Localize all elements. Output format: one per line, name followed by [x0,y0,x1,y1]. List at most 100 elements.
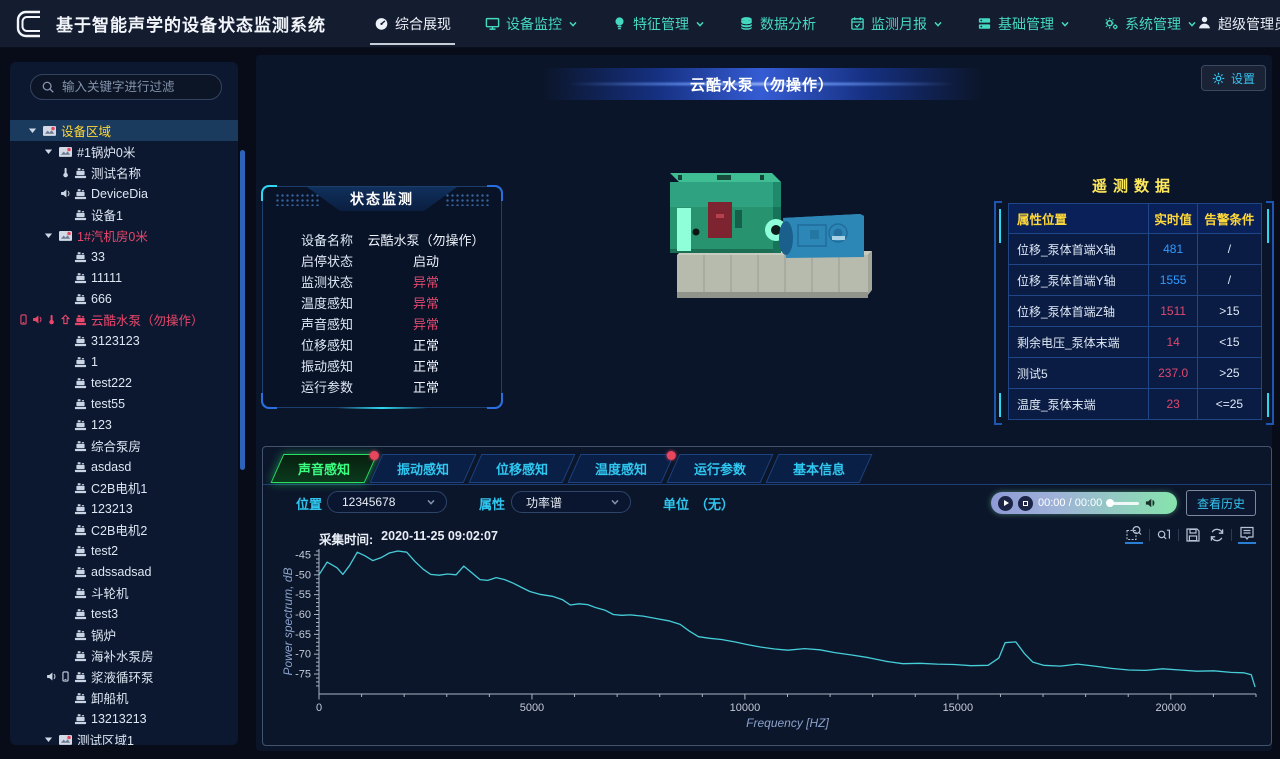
view-history-button[interactable]: 查看历史 [1186,490,1256,516]
stop-button[interactable] [1018,496,1033,511]
telemetry-condition: >25 [1197,358,1261,389]
sidebar-scrollbar[interactable] [240,150,245,470]
telemetry-condition: <15 [1197,327,1261,358]
tree-item-测试区域1[interactable]: 测试区域1 [10,729,238,745]
tree-item-11111[interactable]: 11111 [10,267,238,288]
nav-item-数据分析[interactable]: 数据分析 [739,0,816,48]
tab-label: 温度感知 [595,459,647,478]
tab-位移感知[interactable]: 位移感知 [469,454,576,483]
telemetry-condition: >15 [1197,296,1261,327]
tab-温度感知[interactable]: 温度感知 [568,454,675,483]
tree-item-label: 3123123 [91,334,140,348]
alarm-badge [370,451,379,460]
svg-text:-50: -50 [295,569,311,581]
tree-item-123213[interactable]: 123213 [10,498,238,519]
svg-text:Frequency [HZ]: Frequency [HZ] [746,716,829,730]
status-value: 云酷水泵（勿操作） [353,230,499,249]
telemetry-header-row: 属性位置实时值告警条件 [1009,204,1262,234]
zoom-reset-icon[interactable] [1154,527,1174,543]
settings-button[interactable]: 设置 [1201,65,1266,91]
status-panel: 状态监测 设备名称云酷水泵（勿操作）启停状态启动监测状态异常温度感知异常声音感知… [262,186,502,408]
tree-item-DeviceDia[interactable]: DeviceDia [10,183,238,204]
tree-item-asdasd[interactable]: asdasd [10,456,238,477]
nav-item-综合展现[interactable]: 综合展现 [374,0,451,48]
tab-运行参数[interactable]: 运行参数 [667,454,774,483]
tree-item-123[interactable]: 123 [10,414,238,435]
device-icon [74,712,87,725]
nav-item-监测月报[interactable]: 监测月报 [850,0,943,48]
svg-text:-75: -75 [295,669,311,681]
nav-item-特征管理[interactable]: 特征管理 [612,0,705,48]
tree-item-C2B电机2[interactable]: C2B电机2 [10,519,238,540]
tree-item-锅炉[interactable]: 锅炉 [10,624,238,645]
tree-item-卸船机[interactable]: 卸船机 [10,687,238,708]
tree-item-设备区域[interactable]: 设备区域 [10,120,238,141]
spectrum-chart[interactable]: 05000100001500020000-45-50-55-60-65-70-7… [263,547,1273,742]
device-icon [74,166,87,179]
tree-item-label: test55 [91,397,125,411]
tree-item-海补水泵房[interactable]: 海补水泵房 [10,645,238,666]
tree-item-13213213[interactable]: 13213213 [10,708,238,729]
zoom-box-icon[interactable] [1123,525,1145,544]
device-icon [74,271,87,284]
temperature-icon [60,167,71,178]
nav-item-系统管理[interactable]: 系统管理 [1104,0,1197,48]
telemetry-value: 481 [1149,234,1197,265]
status-value: 异常 [353,314,499,333]
status-label: 监测状态 [301,272,353,291]
tree-item-斗轮机[interactable]: 斗轮机 [10,582,238,603]
nav-label: 监测月报 [871,14,927,34]
tree-item-test222[interactable]: test222 [10,372,238,393]
user-menu[interactable]: 超级管理员 [1197,14,1280,34]
position-label: 位置 [296,494,322,513]
tree-item-C2B电机1[interactable]: C2B电机1 [10,477,238,498]
tree-item-test2[interactable]: test2 [10,540,238,561]
nav-item-基础管理[interactable]: 基础管理 [977,0,1070,48]
panel-corner [487,185,503,201]
attribute-select[interactable]: 功率谱 [511,491,631,513]
chevron-down-icon [426,497,436,507]
tab-声音感知[interactable]: 声音感知 [271,454,378,483]
tree-item-33[interactable]: 33 [10,246,238,267]
telemetry-panel: 遥测数据 属性位置实时值告警条件位移_泵体首端X轴481/位移_泵体首端Y轴15… [998,175,1270,425]
tab-基本信息[interactable]: 基本信息 [766,454,873,483]
player-time: 00:00 / 00:00 [1038,497,1102,509]
calendar-icon [850,16,865,31]
tree-item-1#汽机房0米[interactable]: 1#汽机房0米 [10,225,238,246]
caret-down-icon [44,147,53,156]
tree-item-label: 666 [91,292,112,306]
nav-item-设备监控[interactable]: 设备监控 [485,0,578,48]
device-title: 云酷水泵（勿操作） [690,74,834,95]
tree-item-adssadsad[interactable]: adssadsad [10,561,238,582]
svg-text:-45: -45 [295,550,311,562]
restore-icon[interactable] [1207,527,1227,543]
tree-item-test3[interactable]: test3 [10,603,238,624]
tree-item-综合泵房[interactable]: 综合泵房 [10,435,238,456]
volume-icon[interactable] [1144,497,1157,509]
nav-label: 基础管理 [998,14,1054,34]
position-select[interactable]: 12345678 [327,491,447,513]
equipment-3d-model[interactable] [620,140,950,340]
tree-search-box [30,74,222,100]
tree-item-label: 1 [91,355,98,369]
svg-text:Power spectrum, dB: Power spectrum, dB [281,567,295,675]
tree-item-3123123[interactable]: 3123123 [10,330,238,351]
player-progress-slider[interactable] [1107,502,1139,505]
play-button[interactable] [998,496,1013,511]
tree-item-1[interactable]: 1 [10,351,238,372]
data-view-icon[interactable] [1236,525,1258,544]
save-image-icon[interactable] [1183,527,1203,543]
tree-item-设备1[interactable]: 设备1 [10,204,238,225]
tab-振动感知[interactable]: 振动感知 [370,454,477,483]
tree-item-#1锅炉0米[interactable]: #1锅炉0米 [10,141,238,162]
search-input[interactable] [62,80,223,94]
unit-label: 单位 [663,494,689,513]
tree-item-浆液循环泵[interactable]: 浆液循环泵 [10,666,238,687]
toolbar-underline [1238,542,1256,544]
tree-item-测试名称[interactable]: 测试名称 [10,162,238,183]
tree-item-666[interactable]: 666 [10,288,238,309]
tree-item-test55[interactable]: test55 [10,393,238,414]
tree-item-云酷水泵（勿操作）[interactable]: 云酷水泵（勿操作） [10,309,238,330]
alarm-badge [667,451,676,460]
tree-item-label: 测试区域1 [77,730,134,745]
